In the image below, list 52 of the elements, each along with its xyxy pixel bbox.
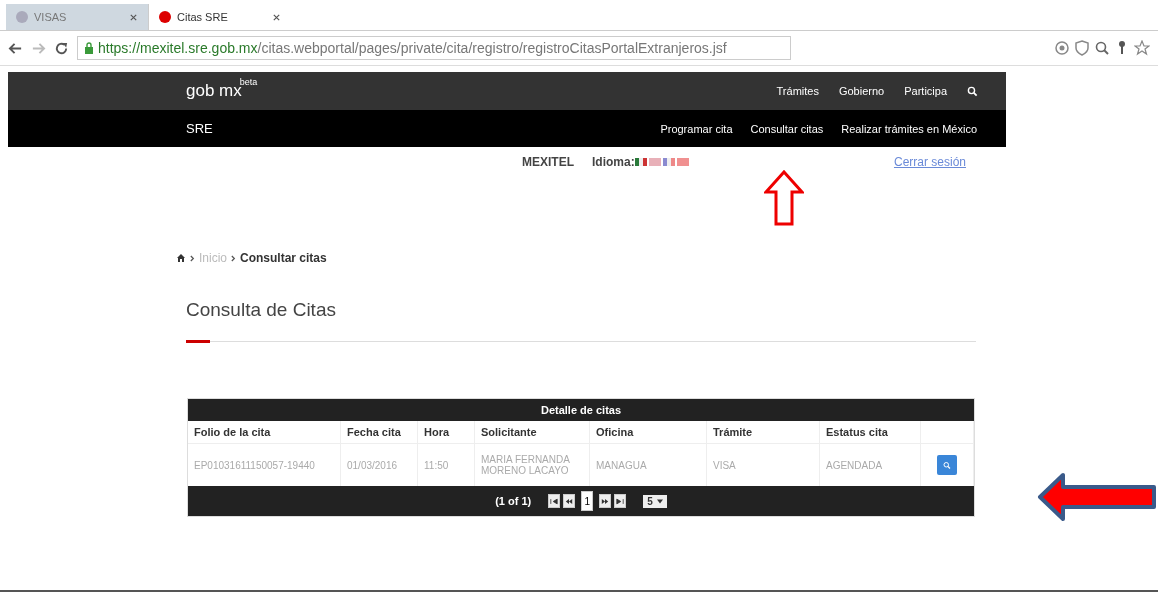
favicon-icon bbox=[159, 11, 171, 23]
caret-icon bbox=[656, 498, 663, 504]
fast-forward-icon bbox=[601, 497, 610, 505]
zoom-icon[interactable] bbox=[1094, 40, 1110, 56]
close-icon[interactable] bbox=[272, 12, 281, 22]
search-button[interactable] bbox=[937, 455, 957, 475]
lock-icon bbox=[84, 42, 94, 54]
first-page-button[interactable] bbox=[548, 494, 561, 508]
address-field[interactable]: https://mexitel.sre.gob.mx/citas.webportal/pages/private/cita/registro/registroCitasPortalExtranjeros.jsf bbox=[77, 36, 791, 60]
nav-link[interactable]: Trámites bbox=[776, 85, 819, 97]
last-icon bbox=[616, 497, 625, 505]
rewind-icon bbox=[565, 497, 574, 505]
breadcrumb-link[interactable]: Consultar citas bbox=[240, 251, 327, 265]
column-header: Hora bbox=[417, 421, 475, 444]
reload-icon[interactable] bbox=[54, 40, 69, 56]
close-icon[interactable] bbox=[129, 12, 138, 22]
home-icon[interactable] bbox=[176, 253, 186, 263]
beta-label: beta bbox=[239, 77, 258, 87]
search-icon bbox=[943, 459, 951, 471]
language-label: Idioma: bbox=[592, 155, 635, 169]
next-page-button[interactable] bbox=[599, 494, 612, 508]
column-header: Estatus cita bbox=[819, 421, 921, 444]
column-header: Trámite bbox=[706, 421, 820, 444]
column-header: Fecha cita bbox=[340, 421, 418, 444]
app-name: MEXITEL bbox=[522, 155, 574, 169]
page-button[interactable]: 1 bbox=[581, 491, 594, 511]
search-icon[interactable] bbox=[967, 85, 978, 97]
page-summary: (1 of 1) bbox=[495, 495, 532, 507]
star-icon[interactable] bbox=[1134, 40, 1150, 56]
nav-link[interactable]: Programar cita bbox=[660, 122, 733, 135]
chevron-icon bbox=[190, 254, 195, 262]
column-header: Oficina bbox=[589, 421, 707, 444]
favicon-icon bbox=[16, 11, 28, 23]
column-header: Solicitante bbox=[474, 421, 590, 444]
nav-link[interactable]: Participa bbox=[904, 85, 947, 97]
page-size-select[interactable]: 5 bbox=[643, 494, 667, 508]
column-header: Folio de la cita bbox=[188, 421, 341, 444]
nav-link[interactable]: Gobierno bbox=[838, 85, 885, 97]
last-page-button[interactable] bbox=[614, 494, 627, 508]
mexico-flag-icon[interactable] bbox=[634, 158, 647, 166]
nav-link[interactable]: Consultar citas bbox=[750, 122, 824, 135]
target-icon[interactable] bbox=[1054, 40, 1070, 56]
site-title: SRE bbox=[186, 121, 213, 136]
nav-link[interactable]: Realizar trámites en México bbox=[841, 122, 977, 135]
flag-icon[interactable] bbox=[662, 158, 675, 166]
table-caption: Detalle de citas bbox=[188, 399, 974, 421]
chevron-icon bbox=[231, 254, 236, 262]
page-title: Consulta de Citas bbox=[186, 299, 337, 321]
logout-link[interactable]: Cerrar sesión bbox=[893, 155, 966, 169]
shield-icon[interactable] bbox=[1074, 40, 1090, 56]
previous-page-button[interactable] bbox=[563, 494, 576, 508]
first-icon bbox=[550, 497, 559, 505]
